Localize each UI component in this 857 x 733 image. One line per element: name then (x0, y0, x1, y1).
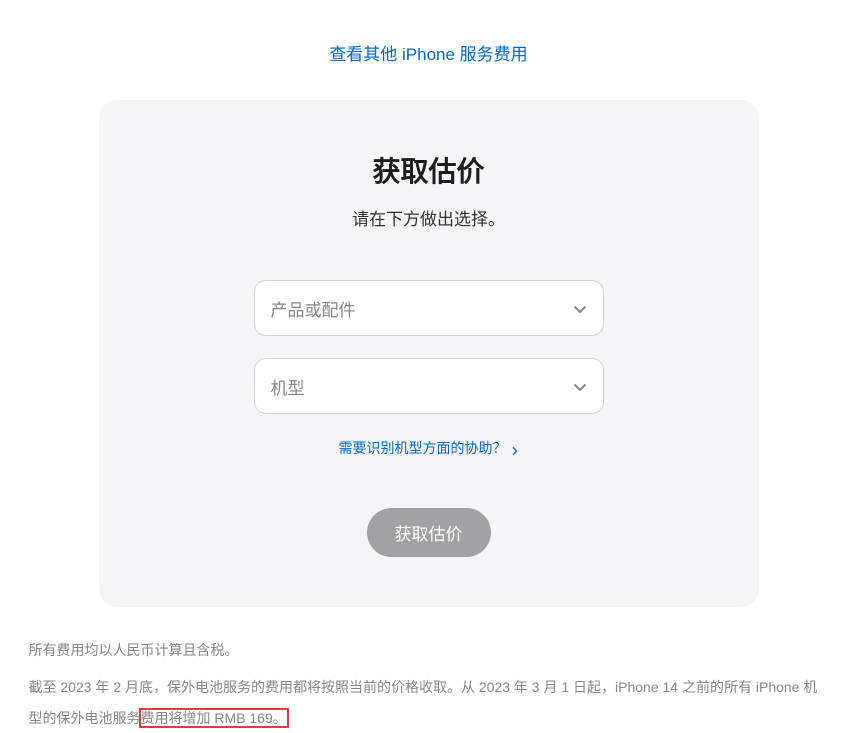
chevron-right-icon (511, 443, 519, 453)
help-identify-model-link[interactable]: 需要识别机型方面的协助？ (339, 438, 519, 458)
button-container: 获取估价 (139, 508, 719, 557)
footer-line-1: 所有费用均以人民币计算且含税。 (29, 635, 829, 666)
product-select[interactable]: 产品或配件 (254, 280, 604, 336)
top-link-container: 查看其他 iPhone 服务费用 (0, 40, 857, 65)
chevron-down-icon (573, 379, 587, 393)
card-title: 获取估价 (139, 150, 719, 190)
model-select[interactable]: 机型 (254, 358, 604, 414)
footer-disclaimer: 所有费用均以人民币计算且含税。 截至 2023 年 2 月底，保外电池服务的费用… (19, 635, 839, 733)
model-select-placeholder: 机型 (271, 374, 305, 399)
product-select-wrapper: 产品或配件 (254, 280, 604, 336)
estimate-card: 获取估价 请在下方做出选择。 产品或配件 机型 需要识别机型方面的协助？ 获取估… (99, 100, 759, 607)
footer-highlight: 费用将增加 RMB 169。 (141, 710, 287, 726)
chevron-down-icon (573, 301, 587, 315)
help-link-text: 需要识别机型方面的协助？ (339, 438, 507, 458)
footer-line-2: 截至 2023 年 2 月底，保外电池服务的费用都将按照当前的价格收取。从 20… (29, 672, 829, 733)
get-estimate-button[interactable]: 获取估价 (367, 508, 491, 557)
card-subtitle: 请在下方做出选择。 (139, 205, 719, 230)
product-select-placeholder: 产品或配件 (271, 296, 356, 321)
model-select-wrapper: 机型 (254, 358, 604, 414)
other-service-fees-link[interactable]: 查看其他 iPhone 服务费用 (329, 45, 527, 64)
